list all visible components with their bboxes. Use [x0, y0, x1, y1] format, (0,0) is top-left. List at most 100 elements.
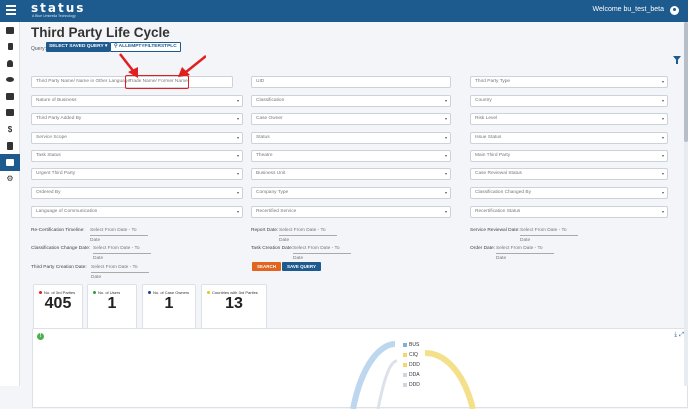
- classification-select[interactable]: Classification: [251, 95, 451, 107]
- task-creation-date-input[interactable]: Select From Date - To Date: [293, 244, 351, 261]
- task-status-select[interactable]: Task Status: [31, 150, 243, 162]
- third-party-type-label: Third Party Type: [475, 79, 511, 84]
- app-logo[interactable]: status: [31, 2, 85, 14]
- chevron-down-icon: [662, 155, 664, 157]
- country-select[interactable]: Country: [470, 95, 668, 107]
- sidebar-item-monitoring[interactable]: [0, 72, 20, 89]
- recertified-service-select[interactable]: Recertified Service: [251, 206, 451, 218]
- search-icon: ⚲: [114, 44, 118, 49]
- case-owner-select[interactable]: Case Owner: [251, 113, 451, 125]
- filter-icon[interactable]: [673, 56, 681, 64]
- recertification-status-select[interactable]: Recertification Status: [470, 206, 668, 218]
- top-bar: status A Blue Umbrella Technology Welcom…: [0, 0, 688, 22]
- status-select[interactable]: Status: [251, 132, 451, 144]
- flow-node-dda[interactable]: DDA: [403, 372, 420, 378]
- eye-icon: [6, 77, 14, 83]
- risk-level-label: Risk Level: [475, 116, 498, 121]
- sidebar-item-notifications[interactable]: [0, 55, 20, 72]
- gear-icon: ⚙: [6, 174, 14, 184]
- business-unit-select[interactable]: Business Unit: [251, 168, 451, 180]
- sidebar-item-tasks[interactable]: [0, 105, 20, 122]
- recertified-service-label: Recertified Service: [256, 209, 297, 214]
- flow-node-label: BUS: [409, 342, 420, 348]
- report-date-input[interactable]: Select From Date - To Date: [279, 226, 337, 243]
- service-reviewal-date-input[interactable]: Select From Date - To Date: [520, 226, 578, 243]
- nature-of-business-label: Nature of Business: [36, 98, 77, 103]
- green-dot-icon: [93, 291, 96, 294]
- order-date-label: Order Date:: [470, 246, 496, 251]
- flow-node-ddd-2[interactable]: DDD: [403, 382, 420, 388]
- sidebar-item-settings[interactable]: ⚙: [0, 171, 20, 188]
- save-query-button[interactable]: SAVE QUERY: [282, 262, 322, 271]
- ordered-by-select[interactable]: Ordered By: [31, 187, 243, 199]
- yellow-dot-icon: [207, 291, 210, 294]
- third-party-creation-date-input[interactable]: Select From Date - To Date: [91, 263, 149, 280]
- chevron-down-icon: [445, 192, 447, 194]
- stat-value: 405: [44, 295, 72, 312]
- service-scope-select[interactable]: Service Scope: [31, 132, 243, 144]
- classification-changed-by-select[interactable]: Classification Changed By: [470, 187, 668, 199]
- case-reviewal-status-select[interactable]: Case Reviewal Status: [470, 168, 668, 180]
- business-unit-label: Business Unit: [256, 171, 286, 176]
- flow-node-ddd[interactable]: DDD: [403, 362, 420, 368]
- uid-input[interactable]: UID: [251, 76, 451, 88]
- main-third-party-select[interactable]: Main Third Party: [470, 150, 668, 162]
- select-saved-query-button[interactable]: SELECT SAVED QUERY ▾: [46, 42, 111, 52]
- sidebar-item-dashboard[interactable]: [0, 88, 20, 105]
- chevron-down-icon: [662, 118, 664, 120]
- language-of-communication-select[interactable]: Language of Communication: [31, 206, 243, 218]
- recertification-status-label: Recertification Status: [475, 209, 521, 214]
- sidebar-item-reports[interactable]: [0, 154, 20, 171]
- welcome-text: Welcome bu_test_beta: [592, 6, 664, 13]
- chevron-down-icon: [662, 81, 664, 83]
- chart-icon: [6, 158, 14, 166]
- chevron-down-icon: [662, 100, 664, 102]
- recert-timeline-date-input[interactable]: Select From Date - To Date: [90, 226, 148, 243]
- classification-changed-by-label: Classification Changed By: [475, 190, 531, 195]
- stat-value: 13: [225, 295, 243, 312]
- page-scrollbar[interactable]: [684, 22, 688, 386]
- chevron-down-icon: [237, 192, 239, 194]
- issue-status-select[interactable]: Issue Status: [470, 132, 668, 144]
- third-party-added-by-select[interactable]: Third Party Added By: [31, 113, 243, 125]
- hamburger-menu-icon[interactable]: [6, 5, 16, 15]
- sidebar-item-documents[interactable]: [0, 138, 20, 155]
- saved-query-chip[interactable]: ⚲ ALLEMPTYFILTERSTPLC: [110, 42, 181, 52]
- theatre-select[interactable]: Theatre: [251, 150, 451, 162]
- scrollbar-thumb[interactable]: [684, 22, 688, 142]
- stat-card-countries: Countries with 3rd Parties 13: [201, 284, 267, 331]
- chevron-down-icon: [445, 211, 447, 213]
- company-type-label: Company Type: [256, 190, 289, 195]
- sidebar: $ ⚙: [0, 22, 20, 386]
- chevron-down-icon: [662, 137, 664, 139]
- sidebar-item-list[interactable]: [0, 39, 20, 56]
- annotation-arrows: [119, 53, 206, 78]
- risk-level-select[interactable]: Risk Level: [470, 113, 668, 125]
- flow-node-label: DDD: [409, 362, 420, 368]
- country-label: Country: [475, 98, 492, 103]
- flow-node-ciq[interactable]: CIQ: [403, 352, 418, 358]
- chevron-down-icon: [445, 173, 447, 175]
- stat-value: 1: [164, 295, 174, 312]
- user-avatar-icon[interactable]: [670, 6, 679, 15]
- classification-label: Classification: [256, 98, 285, 103]
- sidebar-item-table[interactable]: [0, 22, 20, 39]
- chevron-down-icon: ▾: [104, 44, 108, 49]
- bell-icon: [7, 59, 13, 67]
- third-party-type-select[interactable]: Third Party Type: [470, 76, 668, 88]
- sidebar-item-finance[interactable]: $: [0, 121, 20, 138]
- swatch-icon: [403, 363, 407, 367]
- nature-of-business-select[interactable]: Nature of Business: [31, 95, 243, 107]
- chevron-down-icon: [445, 118, 447, 120]
- swatch-icon: [403, 343, 407, 347]
- swatch-icon: [403, 383, 407, 387]
- flow-node-bus[interactable]: BUS: [403, 342, 419, 348]
- blue-dot-icon: [148, 291, 151, 294]
- order-date-input[interactable]: Select From Date - To Date: [496, 244, 554, 261]
- company-type-select[interactable]: Company Type: [251, 187, 451, 199]
- chevron-down-icon: [237, 173, 239, 175]
- classification-change-date-input[interactable]: Select From Date - To Date: [93, 244, 151, 261]
- swatch-icon: [403, 373, 407, 377]
- urgent-third-party-select[interactable]: Urgent Third Party: [31, 168, 243, 180]
- search-button[interactable]: SEARCH: [252, 262, 282, 271]
